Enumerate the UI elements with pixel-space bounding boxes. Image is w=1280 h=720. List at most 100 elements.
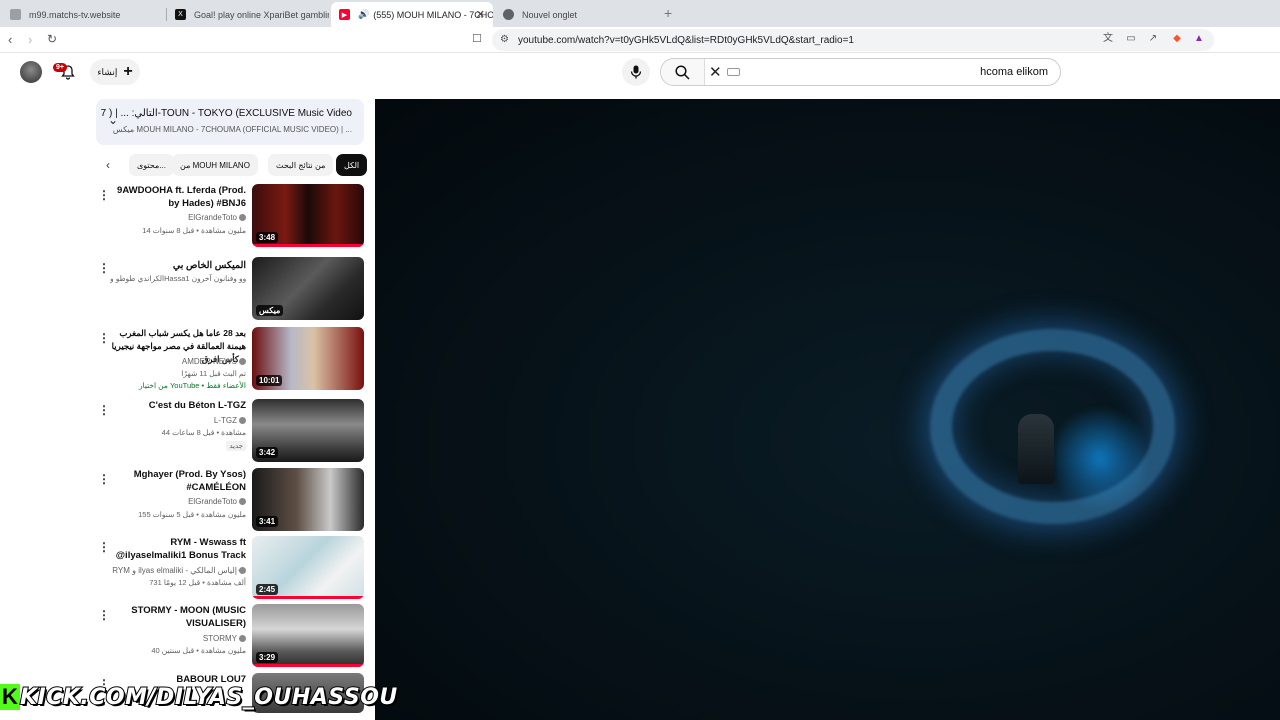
notification-badge: 9+ xyxy=(53,63,67,72)
list-item[interactable]: ⋮ بعد 28 عاما هل يكسر شباب المغرب هيمنة … xyxy=(96,327,366,391)
channel-label: L-TGZ xyxy=(213,416,237,425)
stream-watermark: K KICK.COM/DILYAS_OUHASSOU xyxy=(0,682,398,712)
video-thumbnail[interactable]: 3:42 xyxy=(252,399,364,462)
video-meta: الكراندي طوطو وHassa1 وموروو وفنانون آخر… xyxy=(110,274,246,283)
video-thumbnail[interactable]: 3:48 xyxy=(252,184,364,247)
more-options-icon[interactable]: ⋮ xyxy=(98,540,110,554)
list-item[interactable]: ⋮ STORMY - MOON (MUSIC VISUALISER) STORM… xyxy=(96,604,366,668)
translate-icon[interactable]: 文 xyxy=(1102,33,1114,45)
video-title[interactable]: Mghayer (Prod. By Ysos) #CAMÉLÉON xyxy=(110,468,246,494)
more-options-icon[interactable]: ⋮ xyxy=(98,403,110,417)
watched-progress-bar xyxy=(252,664,364,667)
brave-shield-icon[interactable]: ◆ xyxy=(1171,33,1183,45)
watermark-text: KICK.COM/DILYAS_OUHASSOU xyxy=(19,684,398,711)
duration-badge: 2:45 xyxy=(256,584,279,595)
chip-search-results[interactable]: من نتائج البحث xyxy=(268,154,334,176)
list-item[interactable]: ⋮ 9AWDOOHA ft. Lferda (Prod. by Hades) #… xyxy=(96,184,366,248)
tab-xparibet[interactable]: X Goal! play online XpariBet gambling xyxy=(167,2,329,27)
tab-matchs-tv[interactable]: m99.matchs-tv.website xyxy=(2,2,164,27)
site-info-icon[interactable]: ⚙ xyxy=(500,34,509,45)
globe-icon xyxy=(10,9,21,20)
mix-thumbnail[interactable]: ميكس xyxy=(252,257,364,320)
video-figure xyxy=(1018,414,1054,484)
search-icon xyxy=(675,64,690,80)
list-item[interactable]: ⋮ RYM - Wswass ft @ilyaselmaliki1 Bonus … xyxy=(96,536,366,600)
video-meta: 731 ألف مشاهدة • قبل 12 يومًا xyxy=(149,578,246,587)
search-input[interactable]: hcoma elikom xyxy=(980,66,1048,78)
search-button[interactable] xyxy=(661,59,705,85)
channel-name[interactable]: ElGrandeToto xyxy=(110,211,246,224)
channel-name[interactable]: ElGrandeToto xyxy=(110,495,246,508)
create-button[interactable]: إنشاء + xyxy=(90,59,140,85)
filter-chips: ‹ محتوى... من MOUH MILANO من نتائج البحث… xyxy=(96,154,368,176)
verified-icon xyxy=(239,417,246,425)
x-logo-icon: X xyxy=(175,9,186,20)
reload-button[interactable]: ↻ xyxy=(47,32,57,46)
chip-from-channel[interactable]: من MOUH MILANO xyxy=(172,154,258,176)
more-options-icon[interactable]: ⋮ xyxy=(98,261,110,275)
chip-more[interactable]: محتوى... xyxy=(129,154,174,176)
watched-progress-bar xyxy=(252,244,364,247)
channel-label: ElGrandeToto xyxy=(188,213,237,222)
channel-label: AMDER NEWS xyxy=(181,357,237,366)
url-text: youtube.com/watch?v=t0yGHk5VLdQ&list=RDt… xyxy=(518,34,854,46)
tab-new[interactable]: Nouvel onglet xyxy=(495,2,657,27)
chevron-left-icon[interactable]: ‹ xyxy=(106,158,110,172)
new-tab-button[interactable]: + xyxy=(664,5,672,21)
video-title[interactable]: الميكس الخاص بي xyxy=(110,259,246,272)
chip-all[interactable]: الكل xyxy=(336,154,368,176)
share-icon[interactable]: ↗ xyxy=(1147,33,1159,45)
cast-icon[interactable]: ▭ xyxy=(1125,33,1137,45)
list-item[interactable]: ⋮ C'est du Béton L-TGZ L-TGZ 44 مشاهدة •… xyxy=(96,399,366,463)
video-meta: 14 مليون مشاهدة • قبل 8 سنوات xyxy=(142,226,246,235)
video-player[interactable] xyxy=(375,99,1280,720)
bookmark-icon[interactable]: ☐ xyxy=(472,32,482,45)
members-badge: من اختيار YouTube • الأعضاء فقط xyxy=(138,381,246,390)
video-title[interactable]: STORMY - MOON (MUSIC VISUALISER) xyxy=(110,604,246,630)
video-thumbnail[interactable]: 2:45 xyxy=(252,536,364,599)
video-title[interactable]: 9AWDOOHA ft. Lferda (Prod. by Hades) #BN… xyxy=(110,184,246,210)
plus-icon: + xyxy=(123,63,133,80)
youtube-header: 9+ إنشاء + ✕ hcoma elikom xyxy=(0,54,1280,94)
tab-title: Nouvel onglet xyxy=(522,9,578,20)
playlist-subtitle: ميكس MOUH MILANO - 7CHOUMA (OFFICIAL MUS… xyxy=(112,125,352,134)
clear-search-icon[interactable]: ✕ xyxy=(709,63,722,81)
video-thumbnail[interactable]: 3:41 xyxy=(252,468,364,531)
video-meta: 44 مشاهدة • قبل 8 ساعات xyxy=(161,428,246,437)
video-thumbnail[interactable]: 10:01 xyxy=(252,327,364,390)
channel-label: RYM و ilyas elmaliki - إلياس المالكي xyxy=(112,566,237,575)
mix-badge: ميكس xyxy=(256,305,284,316)
voice-search-button[interactable] xyxy=(622,58,650,86)
more-options-icon[interactable]: ⋮ xyxy=(98,608,110,622)
watched-progress-bar xyxy=(252,596,364,599)
verified-icon xyxy=(239,498,246,506)
verified-icon xyxy=(239,567,246,575)
shield-icon xyxy=(503,9,514,20)
kick-logo-icon: K xyxy=(0,684,20,710)
rewards-icon[interactable]: ▲ xyxy=(1193,33,1205,45)
more-options-icon[interactable]: ⋮ xyxy=(98,331,110,345)
more-options-icon[interactable]: ⋮ xyxy=(98,472,110,486)
duration-badge: 10:01 xyxy=(256,375,283,386)
playlist-header[interactable]: ⌄ التالي: ... | ( 7-TOUN - TOKYO (EXCLUS… xyxy=(96,99,364,145)
avatar[interactable] xyxy=(20,61,42,83)
keyboard-icon[interactable] xyxy=(727,68,740,76)
tab-youtube[interactable]: ▶ 🔊 (555) MOUH MILANO - 7CHO ✕ xyxy=(331,2,493,27)
create-label: إنشاء xyxy=(97,66,118,77)
forward-button[interactable]: › xyxy=(28,32,32,47)
verified-icon xyxy=(239,358,246,366)
verified-icon xyxy=(239,214,246,222)
speaker-icon: 🔊 xyxy=(358,9,370,19)
more-options-icon[interactable]: ⋮ xyxy=(98,188,110,202)
verified-icon xyxy=(239,635,246,643)
video-thumbnail[interactable]: 3:29 xyxy=(252,604,364,667)
close-icon[interactable]: ✕ xyxy=(476,8,485,21)
list-item[interactable]: ⋮ الميكس الخاص بي الكراندي طوطو وHassa1 … xyxy=(96,257,366,321)
list-item[interactable]: ⋮ Mghayer (Prod. By Ysos) #CAMÉLÉON ElGr… xyxy=(96,468,366,532)
video-meta: 155 مليون مشاهدة • قبل 5 سنوات xyxy=(138,510,246,519)
search-box[interactable]: ✕ hcoma elikom xyxy=(660,58,1061,86)
playlist-next-title: التالي: ... | ( 7-TOUN - TOKYO (EXCLUSIV… xyxy=(100,108,352,119)
new-badge: جديد xyxy=(226,441,246,451)
video-title[interactable]: C'est du Béton L-TGZ xyxy=(110,399,246,412)
back-button[interactable]: ‹ xyxy=(8,32,12,47)
